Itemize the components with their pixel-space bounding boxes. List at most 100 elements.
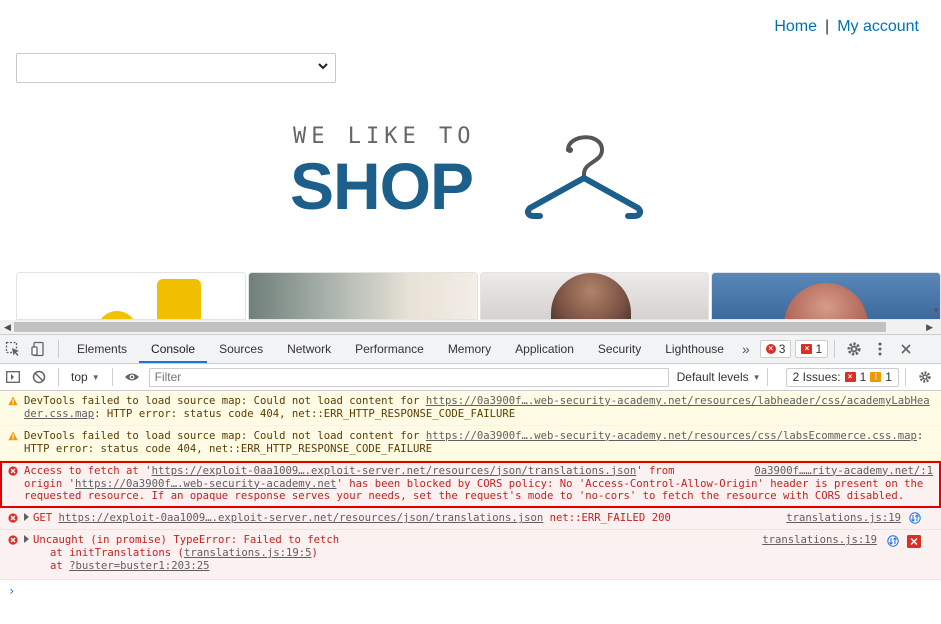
page-horizontal-scrollbar[interactable]: ◀ ▶ (0, 320, 941, 334)
product-image[interactable] (16, 272, 246, 320)
stack-frame-text: at initTranslations ( (50, 547, 184, 560)
error-icon (8, 513, 18, 523)
inspect-element-icon[interactable] (0, 335, 26, 363)
issue-icon: × (801, 344, 813, 354)
tab-performance[interactable]: Performance (343, 335, 436, 363)
issue-count-badge[interactable]: × 1 (795, 340, 829, 358)
tab-application[interactable]: Application (503, 335, 586, 363)
issue-warning-icon: ! (870, 372, 882, 382)
kebab-menu-icon[interactable] (867, 335, 893, 363)
console-error-typeerror: translations.js:19 Uncaught (in promise)… (0, 530, 941, 580)
product-image[interactable] (479, 272, 710, 320)
sidebar-toggle-icon[interactable] (0, 363, 26, 391)
close-devtools-icon[interactable] (893, 335, 919, 363)
devtools-panel: Elements Console Sources Network Perform… (0, 334, 941, 624)
scroll-down-icon[interactable]: ▼ (932, 306, 940, 315)
divider (58, 340, 59, 358)
network-request-icon[interactable] (909, 512, 921, 525)
page-vertical-scrollbar[interactable]: ▼ (932, 0, 941, 320)
error-count-badge[interactable]: × 3 (759, 340, 792, 358)
console-prompt[interactable]: › (0, 580, 941, 602)
page-viewport: Home | My account WE LIKE TO SHOP ▼ (0, 0, 941, 320)
console-error-get: translations.js:19 GET https://exploit-0… (0, 508, 941, 531)
warning-icon (8, 396, 18, 406)
divider (111, 368, 113, 386)
stack-frame-text: ) (311, 547, 318, 560)
prompt-chevron-icon: › (8, 583, 16, 598)
console-settings-gear-icon[interactable] (912, 363, 938, 391)
source-map-link[interactable]: https://0a3900f….web-security-academy.ne… (426, 430, 917, 442)
shop-logo: WE LIKE TO SHOP (290, 122, 650, 223)
devtools-tabbar: Elements Console Sources Network Perform… (0, 335, 941, 364)
network-request-icon[interactable] (887, 535, 899, 547)
console-warning: DevTools failed to load source map: Coul… (0, 391, 941, 426)
product-image[interactable] (247, 272, 478, 320)
log-levels-label: Default levels (676, 370, 749, 384)
message-text: DevTools failed to load source map: Coul… (24, 395, 426, 407)
expand-triangle-icon[interactable] (24, 513, 29, 522)
request-url-link[interactable]: https://exploit-0aa1009….exploit-server.… (59, 512, 544, 524)
message-text: : HTTP error: status code 404, net::ERR_… (94, 407, 516, 420)
divider (766, 368, 768, 386)
context-label: top (71, 370, 88, 384)
scroll-left-icon[interactable]: ◀ (4, 320, 11, 334)
error-icon (8, 466, 18, 476)
tab-security[interactable]: Security (586, 335, 653, 363)
expand-triangle-icon[interactable] (24, 535, 29, 544)
issue-warning-count: 1 (885, 370, 892, 384)
context-selector[interactable]: top ▼ (65, 370, 106, 384)
more-tabs-button[interactable]: » (736, 341, 756, 357)
tab-sources[interactable]: Sources (207, 335, 275, 363)
my-account-link[interactable]: My account (837, 18, 919, 35)
tab-elements[interactable]: Elements (65, 335, 139, 363)
divider (834, 340, 836, 358)
dropdown-arrow-icon: ▼ (752, 372, 761, 382)
warning-icon (8, 431, 18, 441)
product-image[interactable] (711, 272, 941, 320)
tab-console[interactable]: Console (139, 335, 208, 363)
issue-error-count: 1 (859, 370, 867, 384)
origin-url-link[interactable]: https://0a3900f….web-security-academy.ne… (75, 478, 337, 490)
stack-frame-link[interactable]: translations.js:19:5 (184, 547, 312, 559)
divider (58, 368, 59, 386)
tab-memory[interactable]: Memory (436, 335, 503, 363)
product-grid (16, 272, 941, 320)
settings-gear-icon[interactable] (841, 335, 867, 363)
console-toolbar: top ▼ Filter Default levels ▼ 2 Issues: … (0, 364, 941, 391)
device-toolbar-icon[interactable] (26, 335, 52, 363)
error-icon (8, 535, 18, 545)
tab-network[interactable]: Network (275, 335, 343, 363)
console-filter-input[interactable]: Filter (148, 367, 669, 387)
nav-separator: | (825, 18, 830, 35)
issue-error-icon: × (844, 372, 856, 382)
message-text: DevTools failed to load source map: Coul… (24, 429, 426, 442)
console-warning: DevTools failed to load source map: Coul… (0, 425, 941, 461)
chevron-down-icon (318, 63, 328, 70)
issue-error-icon[interactable] (907, 535, 921, 549)
tab-lighthouse[interactable]: Lighthouse (653, 335, 736, 363)
log-levels-dropdown[interactable]: Default levels ▼ (677, 370, 761, 384)
divider (904, 368, 906, 386)
fetch-url-link[interactable]: https://exploit-0aa1009….exploit-server.… (152, 465, 637, 477)
stack-frame-link[interactable]: ?buster=buster1:203:25 (69, 560, 209, 572)
logo-brand: SHOP (290, 149, 474, 223)
clear-console-icon[interactable] (26, 363, 52, 391)
console-messages: DevTools failed to load source map: Coul… (0, 391, 941, 602)
console-error-cors: 0a3900f……rity-academy.net/:1 Access to f… (0, 460, 941, 509)
message-text: ' from (636, 464, 675, 477)
home-link[interactable]: Home (774, 18, 817, 35)
issues-button[interactable]: 2 Issues: × 1 ! 1 (785, 367, 899, 387)
scroll-right-icon[interactable]: ▶ (926, 320, 933, 334)
http-method: GET (33, 512, 53, 525)
message-text: net::ERR_FAILED 200 (543, 512, 671, 525)
logo-tagline: WE LIKE TO (293, 124, 476, 149)
live-expression-eye-icon[interactable] (119, 363, 145, 391)
error-count: 3 (778, 342, 786, 356)
message-source-link[interactable]: 0a3900f……rity-academy.net/:1 (754, 465, 933, 478)
hanger-icon (524, 135, 644, 219)
message-text: Access to fetch at ' (24, 464, 152, 477)
message-source-link[interactable]: translations.js:19 (786, 512, 901, 525)
scrollbar-thumb[interactable] (14, 322, 886, 332)
language-select[interactable] (16, 53, 336, 83)
message-source-link[interactable]: translations.js:19 (762, 534, 877, 547)
